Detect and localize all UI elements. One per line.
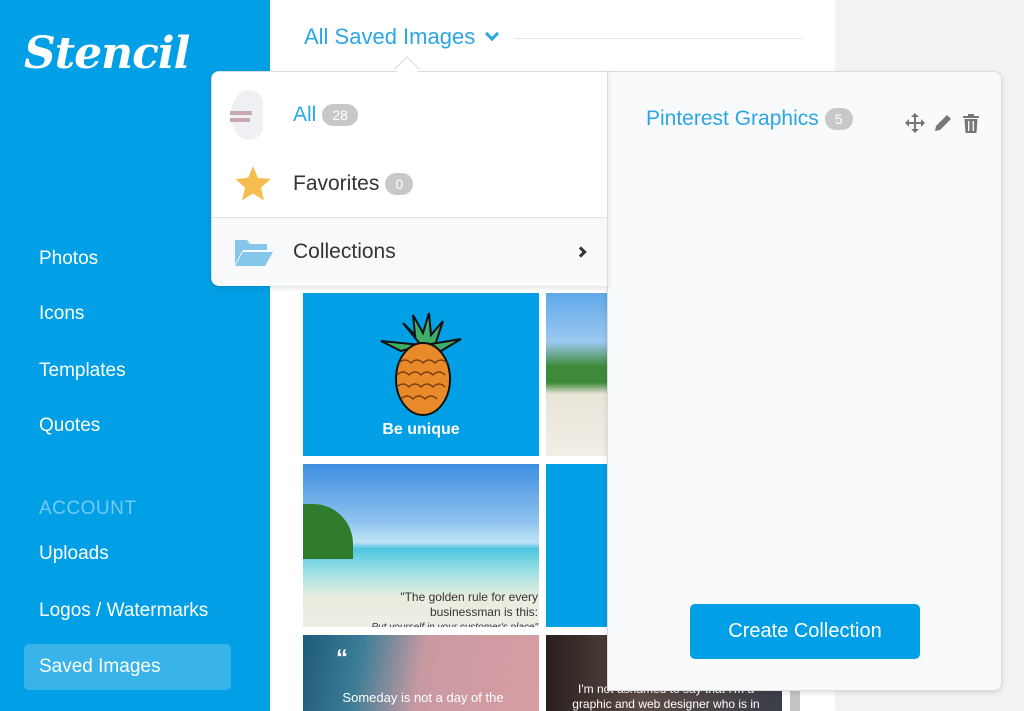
all-count-badge: 28	[322, 104, 358, 127]
header-divider	[514, 38, 802, 39]
quote-line: graphic and web designer who is in	[572, 697, 760, 711]
image-tile[interactable]: Be unique	[303, 293, 539, 456]
quote-line: Put yourself in your customer's place"	[363, 620, 538, 627]
favorites-label: Favorites	[293, 172, 380, 195]
dropdown-item-favorites[interactable]: Favorites 0	[212, 150, 607, 218]
collection-name[interactable]: Pinterest Graphics	[646, 107, 819, 131]
sidebar-item-quotes[interactable]: Quotes	[24, 403, 231, 449]
sidebar-item-logos-watermarks[interactable]: Logos / Watermarks	[24, 588, 231, 634]
dropdown-item-all[interactable]: All 28	[212, 80, 607, 150]
image-tile[interactable]: "The golden rule for every businessman i…	[303, 464, 539, 627]
favorites-count-badge: 0	[385, 173, 414, 196]
pencil-icon[interactable]	[932, 112, 954, 134]
image-tile[interactable]	[546, 464, 608, 627]
sidebar-item-icons[interactable]: Icons	[24, 291, 231, 337]
saved-images-filter-dropdown[interactable]: All Saved Images	[304, 24, 500, 50]
tile-caption: Be unique	[382, 421, 460, 438]
sidebar-item-saved-images[interactable]: Saved Images	[24, 644, 231, 690]
collection-count-badge: 5	[824, 108, 853, 130]
collections-label: Collections	[293, 240, 396, 263]
all-label: All	[293, 103, 317, 126]
image-tile[interactable]	[546, 293, 608, 456]
quote-line: "The golden rule for every	[400, 590, 538, 604]
dropdown-label-favorites: Favorites 0	[293, 172, 414, 196]
all-images-thumbnail-icon	[224, 90, 266, 140]
collection-item[interactable]: Pinterest Graphics 5	[646, 107, 853, 131]
dropdown-label-all: All 28	[293, 103, 358, 127]
folder-open-icon	[232, 231, 274, 273]
image-tile[interactable]: “ Someday is not a day of the	[303, 635, 539, 711]
sidebar-item-photos[interactable]: Photos	[24, 236, 231, 282]
filter-dropdown-menu: All 28 Favorites 0 Collections	[211, 71, 608, 286]
star-icon	[232, 163, 274, 205]
quote-line: businessman is this:	[429, 605, 538, 619]
trash-icon[interactable]	[960, 112, 982, 134]
collection-actions	[904, 112, 982, 134]
move-icon[interactable]	[904, 112, 926, 134]
sidebar-item-uploads[interactable]: Uploads	[24, 531, 231, 577]
quote-mark-icon: “	[336, 645, 348, 672]
page-title: All Saved Images	[304, 24, 476, 49]
create-collection-button[interactable]: Create Collection	[690, 604, 920, 659]
sidebar-item-templates[interactable]: Templates	[24, 348, 231, 394]
sidebar-section-account: ACCOUNT	[39, 498, 137, 519]
collections-panel: Pinterest Graphics 5 Create Collection	[607, 71, 1002, 691]
tile-quote: "The golden rule for every businessman i…	[363, 590, 538, 627]
dropdown-item-collections[interactable]: Collections	[212, 217, 607, 286]
stencil-logo[interactable]: Stencil	[24, 28, 190, 79]
tree-decoration	[303, 504, 353, 559]
tile-quote: Someday is not a day of the	[342, 690, 504, 705]
chevron-right-icon	[575, 246, 587, 258]
chevron-down-icon	[485, 26, 500, 42]
